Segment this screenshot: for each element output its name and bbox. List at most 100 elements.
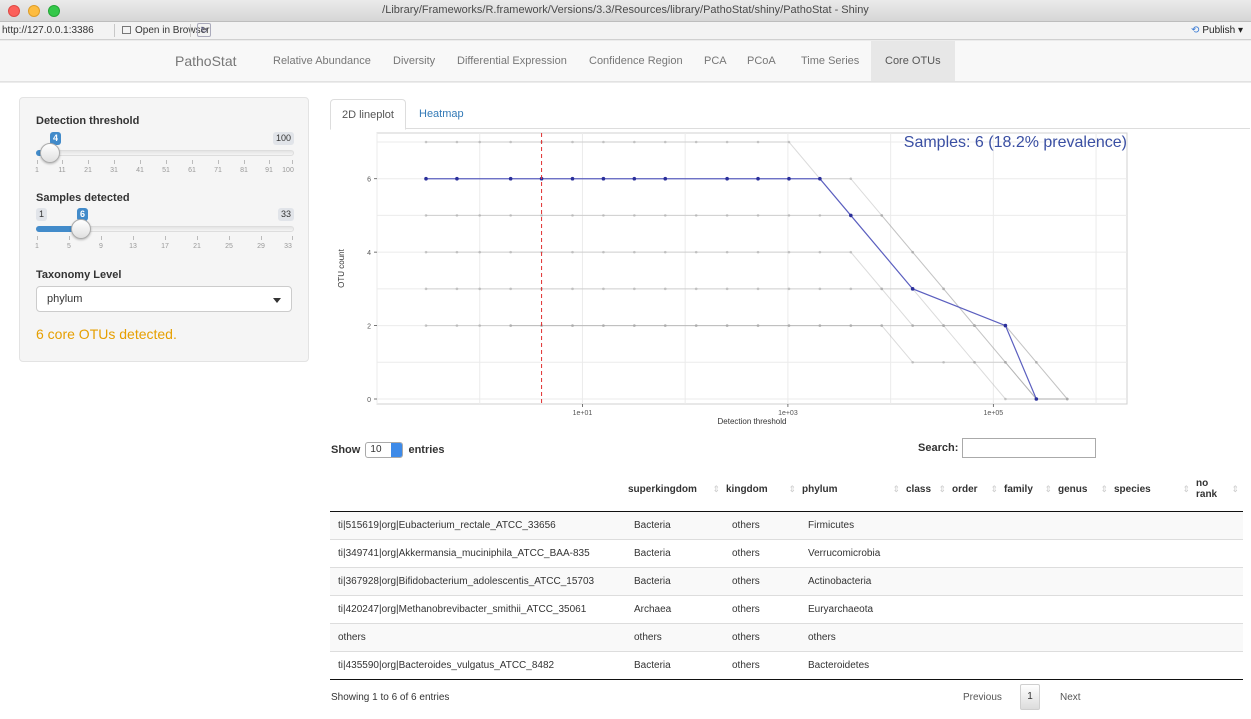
plot-tabs: 2D lineplot Heatmap	[330, 99, 1250, 130]
column-header-no-rank[interactable]: no rank ⇕	[1194, 468, 1243, 512]
detection-threshold-label: Detection threshold	[36, 115, 140, 127]
table-cell: Bacteria	[626, 538, 724, 567]
table-cell	[1002, 538, 1056, 567]
page-1-button[interactable]: 1	[1020, 684, 1040, 710]
nav-diversity[interactable]: Diversity	[383, 41, 445, 81]
table-row[interactable]: ti|367928|org|Bifidobacterium_adolescent…	[330, 566, 1243, 595]
column-header-kingdom[interactable]: kingdom ⇕	[724, 468, 800, 512]
table-cell: others	[800, 622, 904, 651]
table-search: Search:	[918, 438, 1096, 458]
table-row[interactable]: others others others others	[330, 622, 1243, 651]
background-data-point	[663, 214, 667, 217]
nav-relative-abundance[interactable]: Relative Abundance	[263, 41, 381, 81]
search-input[interactable]	[962, 438, 1096, 458]
refresh-button[interactable]: ↻	[197, 23, 211, 37]
slider-tick-label: 1	[35, 167, 39, 174]
slider-tick-label: 25	[225, 243, 233, 250]
highlight-data-point	[424, 176, 428, 181]
table-cell: Bacteria	[626, 510, 724, 539]
background-data-point	[478, 287, 482, 291]
nav-core-otus[interactable]: Core OTUs	[871, 41, 955, 81]
sort-icon: ⇕	[1044, 484, 1052, 494]
table-cell	[1002, 622, 1056, 651]
background-data-point	[455, 287, 459, 291]
navbar-brand[interactable]: PathoStat	[175, 53, 237, 69]
background-data-point	[694, 287, 698, 291]
nav-differential-expression[interactable]: Differential Expression	[447, 41, 577, 81]
table-cell: ti|367928|org|Bifidobacterium_adolescent…	[330, 566, 626, 595]
column-header-genus[interactable]: genus ⇕	[1056, 468, 1112, 512]
table-cell	[1002, 650, 1056, 680]
slider-tick	[69, 236, 70, 240]
table-info: Showing 1 to 6 of 6 entries	[331, 692, 450, 703]
table-cell: ti|435590|org|Bacteroides_vulgatus_ATCC_…	[330, 650, 626, 680]
previous-page-button[interactable]: Previous	[963, 692, 1002, 703]
slider-tick	[37, 160, 38, 164]
table-row[interactable]: ti|435590|org|Bacteroides_vulgatus_ATCC_…	[330, 650, 1243, 680]
slider-track[interactable]	[36, 150, 294, 156]
background-data-point	[818, 324, 822, 327]
column-header-family[interactable]: family ⇕	[1002, 468, 1056, 512]
background-data-point	[571, 140, 574, 144]
sort-icon: ⇕	[1231, 484, 1239, 494]
table-cell	[1194, 594, 1243, 623]
background-data-point	[602, 287, 605, 291]
table-cell: Verrucomicrobia	[800, 538, 904, 567]
column-header-species[interactable]: species ⇕	[1112, 468, 1194, 512]
next-page-button[interactable]: Next	[1060, 692, 1081, 703]
highlight-data-point	[570, 176, 575, 181]
table-row[interactable]: ti|515619|org|Eubacterium_rectale_ATCC_3…	[330, 510, 1243, 539]
toolbar-separator	[190, 24, 191, 37]
background-data-point	[478, 140, 482, 144]
samples-detected-label: Samples detected	[36, 192, 130, 204]
y-tick-label: 4	[367, 250, 371, 257]
core-otus-message: 6 core OTUs detected.	[36, 326, 177, 342]
table-cell	[1112, 538, 1194, 567]
detection-threshold-slider[interactable]: 4 100 1 11 21 31 41 51 61 71 81 91 100	[35, 132, 294, 179]
table-row[interactable]: ti|420247|org|Methanobrevibacter_smithii…	[330, 594, 1243, 623]
nav-pcoa[interactable]: PCoA	[737, 41, 786, 81]
nav-pca[interactable]: PCA	[694, 41, 737, 81]
highlight-data-point	[725, 176, 729, 181]
publish-icon: ⟲	[1190, 25, 1200, 36]
publish-button[interactable]: ⟲ Publish ▾	[1191, 25, 1243, 36]
samples-detected-slider[interactable]: 1 6 33 1 5 9 13 17 21 25 29 33	[35, 208, 294, 255]
table-cell	[1112, 510, 1194, 539]
background-data-point	[663, 250, 667, 254]
column-header-phylum[interactable]: phylum ⇕	[800, 468, 904, 512]
background-data-point	[509, 324, 512, 327]
table-cell: others	[724, 566, 800, 595]
column-header-name[interactable]	[330, 468, 626, 512]
table-cell: Bacteroidetes	[800, 650, 904, 680]
slider-tick	[192, 160, 193, 164]
sort-icon: ⇕	[788, 484, 796, 494]
entries-per-page-select[interactable]: 10	[365, 442, 404, 458]
taxonomy-level-select[interactable]: phylum	[36, 286, 292, 312]
background-data-point	[633, 214, 636, 217]
slider-tick-label: 21	[84, 167, 92, 174]
tab-heatmap[interactable]: Heatmap	[408, 99, 475, 129]
table-row[interactable]: ti|349741|org|Akkermansia_muciniphila_AT…	[330, 538, 1243, 567]
background-data-point	[509, 250, 512, 254]
highlight-data-point	[1003, 323, 1008, 328]
table-cell: Firmicutes	[800, 510, 904, 539]
slider-tick	[166, 160, 167, 164]
tab-2d-lineplot[interactable]: 2D lineplot	[330, 99, 406, 130]
nav-time-series[interactable]: Time Series	[791, 41, 869, 81]
background-data-point	[1004, 360, 1007, 364]
background-data-point	[424, 324, 428, 327]
column-header-order[interactable]: order ⇕	[950, 468, 1002, 512]
slider-tick	[229, 236, 230, 240]
slider-tick-label: 91	[265, 167, 273, 174]
viewer-url: http://127.0.0.1:3386	[2, 25, 94, 36]
background-data-point	[694, 250, 698, 254]
background-data-point	[787, 140, 791, 144]
slider-tick	[140, 160, 141, 164]
publish-label: Publish	[1202, 25, 1236, 36]
column-header-superkingdom[interactable]: superkingdom ⇕	[626, 468, 724, 512]
table-cell: others	[724, 650, 800, 680]
nav-confidence-region[interactable]: Confidence Region	[579, 41, 693, 81]
slider-tick-label: 13	[129, 243, 137, 250]
column-header-class[interactable]: class ⇕	[904, 468, 950, 512]
core-otu-lineplot: 0 2 4 6 1e+01 1e+03 1e+05 Detection threshold OT…	[330, 130, 1250, 438]
